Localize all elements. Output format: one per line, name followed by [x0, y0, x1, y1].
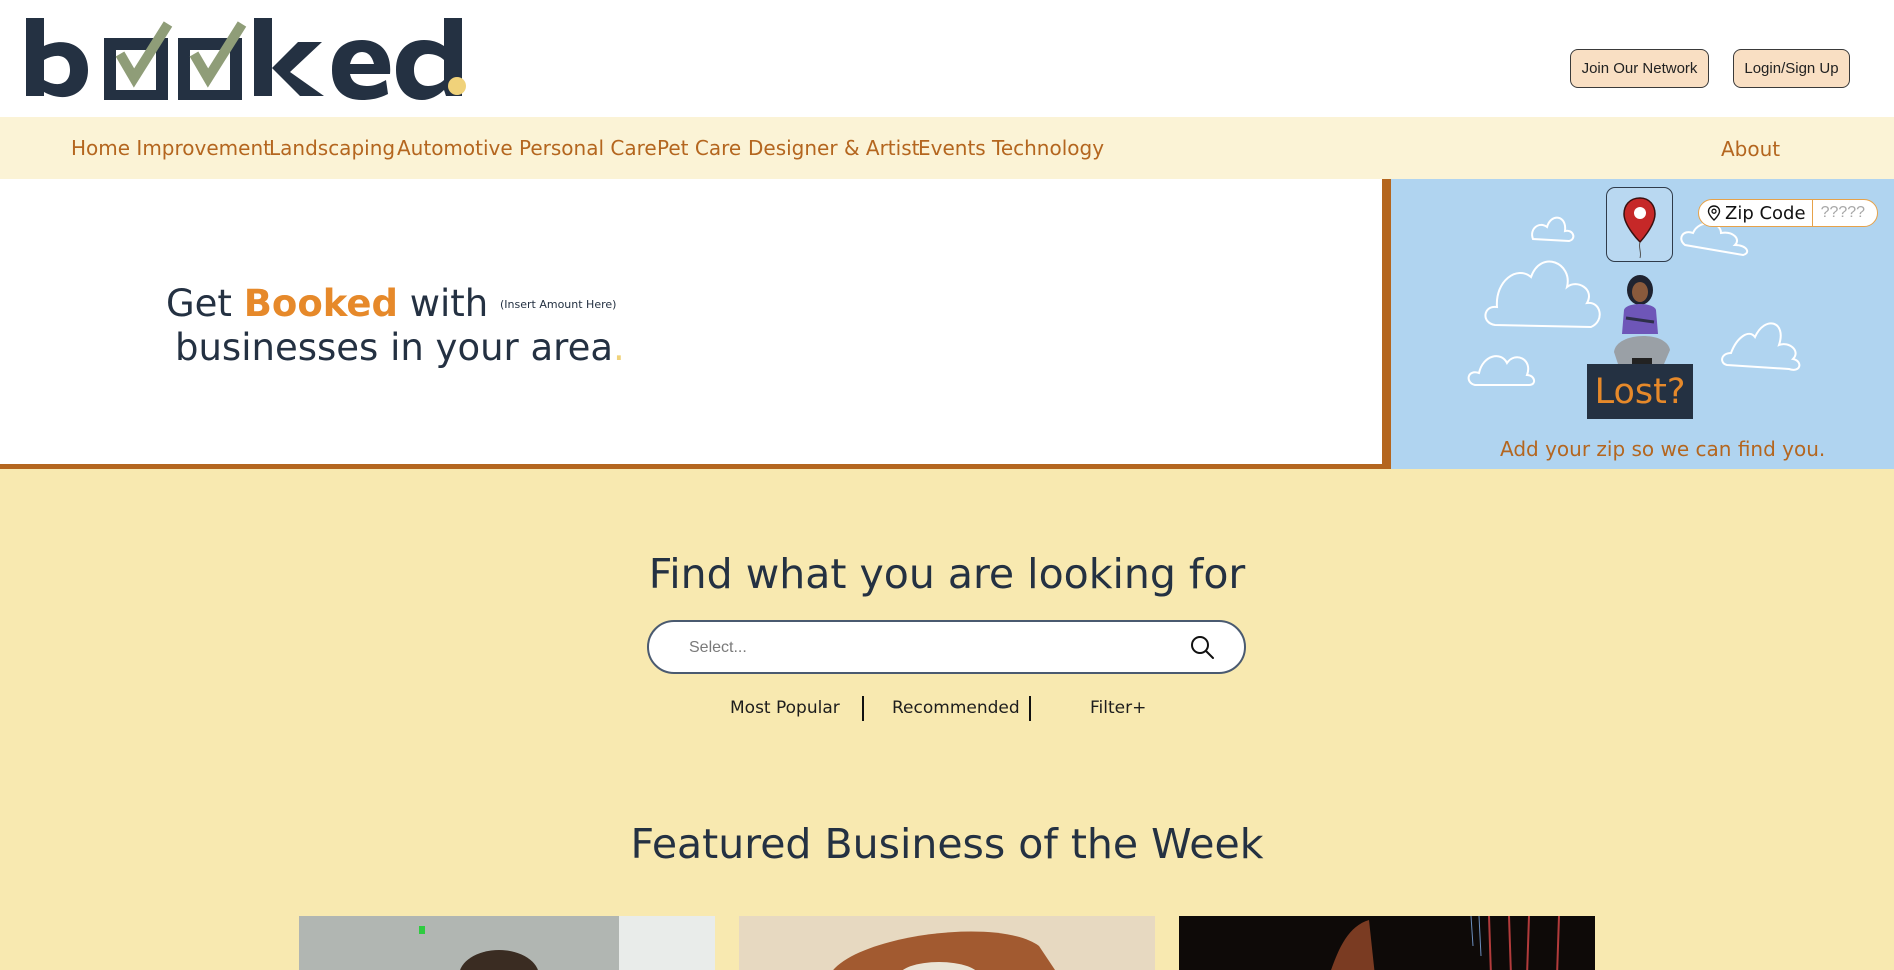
headline-period: . [613, 326, 625, 369]
nav-item-personal-care[interactable]: Personal Care [519, 136, 657, 160]
nav-item-automotive[interactable]: Automotive [397, 136, 513, 160]
featured-title: Featured Business of the Week [630, 820, 1264, 868]
zip-code-text: Zip Code [1725, 202, 1806, 224]
booked-logo[interactable] [26, 18, 476, 100]
featured-card-image [739, 916, 1155, 970]
nav-item-events[interactable]: Events [918, 136, 986, 160]
nav-item-about[interactable]: About [1721, 137, 1780, 161]
headline-brand: Booked [243, 282, 398, 325]
most-popular-filter[interactable]: Most Popular [730, 698, 840, 718]
headline-with: with [409, 282, 489, 325]
map-pin-icon [1623, 197, 1656, 259]
featured-card[interactable] [1179, 916, 1595, 970]
search-bar[interactable] [647, 620, 1246, 674]
join-network-button[interactable]: Join Our Network [1570, 49, 1709, 88]
hero-subheadline: businesses in your area. [175, 326, 625, 370]
featured-card-image [1179, 916, 1595, 970]
zip-caption: Add your zip so we can find you. [1500, 437, 1826, 461]
headline-get: Get [166, 282, 232, 325]
zip-code-field[interactable]: Zip Code [1698, 199, 1878, 227]
hero-headline: Get Booked with (Insert Amount Here) [166, 282, 616, 327]
featured-card-image [299, 916, 715, 970]
zip-code-input[interactable] [1812, 200, 1877, 226]
location-icon [1707, 205, 1721, 221]
nav-item-landscaping[interactable]: Landscaping [269, 136, 395, 160]
nav-item-pet-care[interactable]: Pet Care [657, 136, 741, 160]
search-input[interactable] [689, 635, 1149, 661]
filter-plus-button[interactable]: Filter+ [1090, 698, 1146, 718]
login-signup-button[interactable]: Login/Sign Up [1733, 49, 1850, 88]
search-title: Find what you are looking for [648, 550, 1246, 598]
recommended-filter[interactable]: Recommended [892, 698, 1020, 718]
category-nav: Home Improvement Landscaping Automotive … [0, 117, 1894, 179]
headline-amount: (Insert Amount Here) [499, 298, 617, 311]
person-illustration [1614, 275, 1670, 364]
search-section [0, 469, 1894, 970]
nav-item-home-improvement[interactable]: Home Improvement [71, 136, 271, 160]
search-icon[interactable] [1189, 634, 1215, 660]
nav-item-designer-artist[interactable]: Designer & Artist [748, 136, 919, 160]
lost-sign: Lost? [1587, 364, 1693, 419]
featured-card[interactable] [299, 916, 715, 970]
headline-line2: businesses in your area [175, 326, 614, 369]
nav-item-technology[interactable]: Technology [992, 136, 1104, 160]
header: Join Our Network Login/Sign Up [0, 0, 1894, 117]
zip-code-label: Zip Code [1699, 200, 1813, 226]
filter-divider [862, 696, 864, 721]
location-pin-box [1606, 187, 1673, 262]
hero-divider [1382, 179, 1391, 469]
featured-card[interactable] [739, 916, 1155, 970]
filter-divider [1029, 696, 1031, 721]
